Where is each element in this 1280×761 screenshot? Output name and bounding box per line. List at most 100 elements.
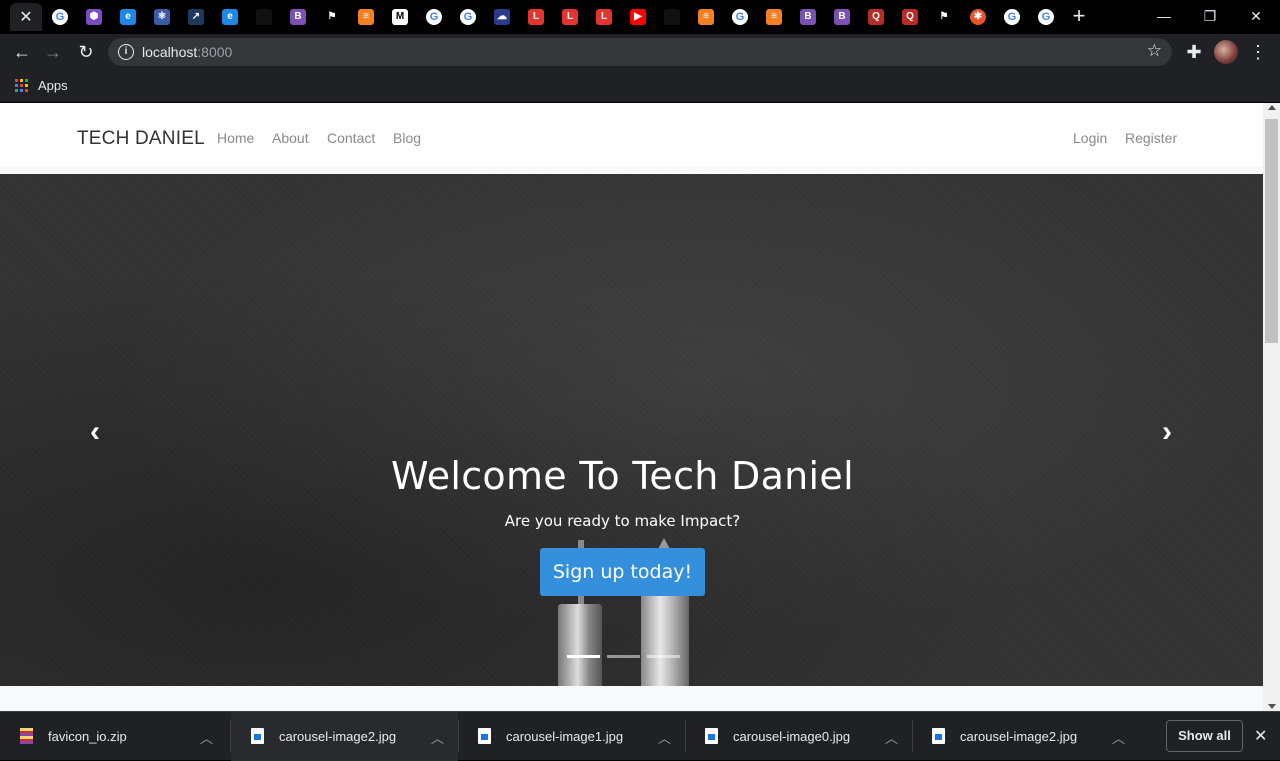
address-bar[interactable]: i localhost:8000 ☆: [108, 38, 1172, 66]
site-navbar: TECH DANIEL Home About Contact Blog Logi…: [0, 103, 1263, 167]
browser-toolbar: ← → ↻ i localhost:8000 ☆ ✚ ⋮: [0, 34, 1280, 70]
browser-tab[interactable]: B: [792, 3, 824, 31]
nav-login[interactable]: Login: [1073, 130, 1107, 146]
browser-tab[interactable]: B: [826, 3, 858, 31]
edge-icon: e: [120, 9, 136, 25]
browser-tab[interactable]: ⚑: [928, 3, 960, 31]
google-icon: G: [460, 9, 476, 25]
browser-tab[interactable]: e: [112, 3, 144, 31]
signup-button[interactable]: Sign up today!: [540, 548, 705, 596]
browser-tab[interactable]: [248, 3, 280, 31]
browser-tab[interactable]: Q: [860, 3, 892, 31]
download-item[interactable]: carousel-image2.jpg ︿: [912, 712, 1139, 761]
menu-kebab-icon[interactable]: ⋮: [1246, 40, 1270, 64]
blank-icon: [256, 9, 272, 25]
hero-subtitle: Are you ready to make Impact?: [504, 512, 741, 530]
chevron-up-icon[interactable]: ︿: [200, 728, 213, 747]
browser-tab[interactable]: G: [996, 3, 1028, 31]
browser-tab[interactable]: ✱: [962, 3, 994, 31]
download-filename: favicon_io.zip: [48, 729, 127, 744]
browser-tab[interactable]: L: [520, 3, 552, 31]
nav-home[interactable]: Home: [217, 130, 254, 146]
image-file-icon: [478, 728, 491, 744]
page-scrollbar[interactable]: [1263, 103, 1280, 711]
browser-tab[interactable]: L: [554, 3, 586, 31]
download-shelf: favicon_io.zip ︿ carousel-image2.jpg ︿ c…: [0, 711, 1280, 761]
browser-tab[interactable]: ≡: [350, 3, 382, 31]
browser-tab[interactable]: G: [452, 3, 484, 31]
minimize-button[interactable]: —: [1144, 4, 1184, 28]
browser-tab[interactable]: Q: [894, 3, 926, 31]
carousel-prev-icon[interactable]: ‹: [85, 417, 105, 447]
stackoverflow-icon: ≡: [358, 9, 374, 25]
browser-tab[interactable]: B: [282, 3, 314, 31]
blank-icon: [664, 9, 680, 25]
browser-tab[interactable]: G: [724, 3, 756, 31]
download-item[interactable]: favicon_io.zip ︿: [0, 712, 227, 761]
browser-tab[interactable]: G: [1030, 3, 1062, 31]
browser-tab[interactable]: G: [44, 3, 76, 31]
chevron-up-icon[interactable]: ︿: [885, 728, 898, 747]
carousel-indicator-3[interactable]: [647, 655, 680, 658]
scroll-thumb[interactable]: [1265, 119, 1278, 343]
forward-button[interactable]: →: [41, 40, 65, 64]
browser-tab[interactable]: ▶: [622, 3, 654, 31]
download-item[interactable]: carousel-image1.jpg ︿: [458, 712, 685, 761]
chevron-up-icon[interactable]: ︿: [658, 728, 671, 747]
close-window-button[interactable]: ✕: [1236, 4, 1276, 28]
carousel-indicator-1[interactable]: [567, 655, 600, 658]
nav-blog[interactable]: Blog: [393, 130, 421, 146]
browser-tab[interactable]: e: [214, 3, 246, 31]
browser-tab[interactable]: ☁: [486, 3, 518, 31]
apps-dot: [15, 79, 18, 82]
bootstrap-icon: B: [834, 9, 850, 25]
reload-button[interactable]: ↻: [74, 40, 98, 64]
site-brand[interactable]: TECH DANIEL: [77, 128, 205, 150]
browser-tab[interactable]: ↗: [180, 3, 212, 31]
scroll-down-icon[interactable]: [1268, 704, 1276, 709]
download-filename: carousel-image1.jpg: [506, 729, 624, 744]
download-item[interactable]: carousel-image0.jpg ︿: [685, 712, 912, 761]
quora-icon: Q: [902, 9, 918, 25]
nav-about[interactable]: About: [272, 130, 309, 146]
browser-tab[interactable]: M: [384, 3, 416, 31]
restore-button[interactable]: ❐: [1190, 4, 1230, 28]
carousel-next-icon[interactable]: ›: [1157, 417, 1177, 447]
site-info-icon[interactable]: i: [118, 44, 134, 60]
profile-avatar[interactable]: [1214, 40, 1238, 64]
bootstrap-icon: B: [290, 9, 306, 25]
new-tab-button[interactable]: +: [1066, 5, 1092, 29]
browser-tab[interactable]: ⬢: [78, 3, 110, 31]
nav-contact[interactable]: Contact: [327, 130, 375, 146]
browser-tab[interactable]: ✕: [10, 3, 42, 31]
google-icon: G: [732, 9, 748, 25]
cloud-icon: ☁: [494, 9, 510, 25]
browser-tab[interactable]: G: [418, 3, 450, 31]
zip-file-icon: [20, 728, 33, 744]
bookmark-star-icon[interactable]: ☆: [1147, 41, 1162, 61]
apps-bookmark[interactable]: Apps: [38, 78, 68, 93]
download-item[interactable]: carousel-image2.jpg ︿: [231, 712, 458, 761]
show-all-button[interactable]: Show all: [1166, 720, 1243, 752]
stackoverflow-icon: ≡: [698, 9, 714, 25]
apps-grid-icon[interactable]: [15, 79, 28, 92]
scroll-up-icon[interactable]: [1268, 105, 1276, 110]
chevron-up-icon[interactable]: ︿: [431, 728, 444, 747]
back-button[interactable]: ←: [10, 40, 34, 64]
chevron-up-icon[interactable]: ︿: [1112, 728, 1125, 747]
extensions-icon[interactable]: ✚: [1182, 40, 1206, 64]
arrow-icon: ↗: [188, 9, 204, 25]
download-filename: carousel-image2.jpg: [960, 729, 1078, 744]
browser-tab[interactable]: ≡: [758, 3, 790, 31]
browser-tab[interactable]: ≡: [690, 3, 722, 31]
close-icon[interactable]: ✕: [1254, 726, 1267, 746]
nav-register[interactable]: Register: [1125, 130, 1177, 146]
bootstrap-icon: B: [800, 9, 816, 25]
browser-tab[interactable]: [656, 3, 688, 31]
close-icon[interactable]: ✕: [19, 7, 32, 27]
google-icon: G: [52, 9, 68, 25]
browser-tab[interactable]: ⚛: [146, 3, 178, 31]
browser-tab[interactable]: L: [588, 3, 620, 31]
carousel-indicator-2[interactable]: [607, 655, 640, 658]
browser-tab[interactable]: ⚑: [316, 3, 348, 31]
